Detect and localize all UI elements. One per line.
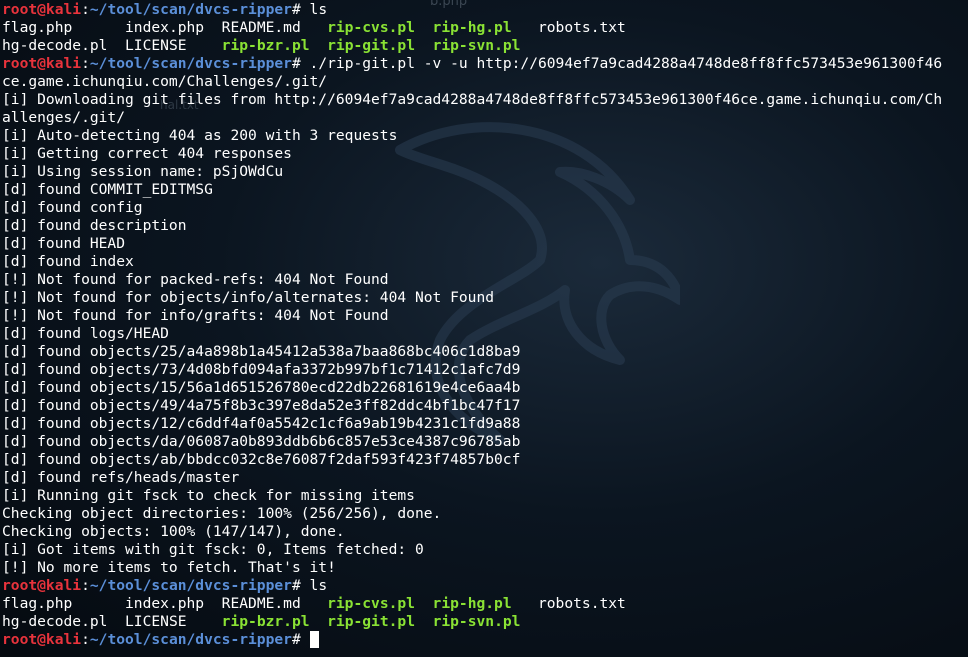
executable-file-name: rip-hg.pl (432, 595, 538, 612)
text-cursor[interactable] (309, 631, 319, 648)
prompt-user: root@kali (2, 577, 82, 594)
output-line: [d] found objects/ab/bbdcc032c8e76087f2d… (2, 451, 521, 468)
prompt-line: root@kali:~/tool/scan/dvcs-ripper# ls (2, 1, 968, 19)
ls-output-line: hg-decode.pl LICENSE rip-bzr.pl rip-git.… (2, 37, 968, 55)
output-line: [d] found objects/73/4d08bfd094afa3372b9… (2, 361, 521, 378)
output-line: [!] No more items to fetch. That's it! (2, 559, 336, 576)
prompt-user: root@kali (2, 1, 82, 18)
prompt-user: root@kali (2, 631, 82, 648)
file-name (415, 613, 433, 630)
output-line: [i] Downloading git files from http://60… (2, 91, 943, 108)
executable-file-name: rip-git.pl (327, 613, 415, 630)
output-line: [d] found index (2, 253, 134, 270)
executable-file-name: rip-cvs.pl (327, 19, 433, 36)
file-name: hg-decode.pl (2, 37, 126, 54)
file-name: index.php (125, 595, 222, 612)
prompt-user: root@kali (2, 55, 82, 72)
prompt-symbol: # (291, 577, 310, 594)
prompt-path: ~/tool/scan/dvcs-ripper (89, 55, 292, 72)
output-line: [d] found logs/HEAD (2, 325, 169, 342)
prompt-symbol: # (291, 55, 310, 72)
output-line: Checking object directories: 100% (256/2… (2, 505, 442, 522)
output-line: [i] Getting correct 404 responses (2, 145, 292, 162)
prompt-separator: : (81, 55, 90, 72)
output-line: ce.game.ichunqiu.com/Challenges/.git/ (2, 73, 328, 90)
executable-file-name: rip-git.pl (327, 37, 415, 54)
file-name: README.md (221, 19, 328, 36)
output-line: [i] Running git fsck to check for missin… (2, 487, 415, 504)
file-name: index.php (125, 19, 222, 36)
file-name: robots.txt (537, 19, 626, 36)
output-line: [!] Not found for objects/info/alternate… (2, 289, 495, 306)
output-line: [d] found description (2, 217, 187, 234)
output-line: [d] found objects/25/a4a898b1a45412a538a… (2, 343, 521, 360)
output-line: [d] found objects/49/4a75f8b3c397e8da52e… (2, 397, 521, 414)
output-line: [!] Not found for info/grafts: 404 Not F… (2, 307, 389, 324)
prompt-separator: : (81, 631, 90, 648)
prompt-line: root@kali:~/tool/scan/dvcs-ripper# ls (2, 577, 968, 595)
executable-file-name: rip-cvs.pl (327, 595, 433, 612)
ls-output-line: hg-decode.pl LICENSE rip-bzr.pl rip-git.… (2, 613, 968, 631)
file-name (310, 613, 328, 630)
terminal-window[interactable]: b.php hal.txt root@kali:~/tool/scan/dvcs… (0, 0, 968, 657)
executable-file-name: rip-hg.pl (432, 19, 538, 36)
file-name: flag.php (2, 19, 126, 36)
output-line: [i] Got items with git fsck: 0, Items fe… (2, 541, 424, 558)
prompt-symbol: # (291, 631, 310, 648)
file-name (415, 37, 433, 54)
prompt-symbol: # (291, 1, 310, 18)
output-line: [d] found config (2, 199, 143, 216)
output-line: allenges/.git/ (2, 109, 126, 126)
prompt-path: ~/tool/scan/dvcs-ripper (89, 1, 292, 18)
command-text: ls (309, 1, 328, 18)
output-line: [d] found objects/da/06087a0b893ddb6b6c8… (2, 433, 521, 450)
command-text: ./rip-git.pl -v -u http://6094ef7a9cad42… (309, 55, 943, 72)
prompt-separator: : (81, 577, 90, 594)
prompt-path: ~/tool/scan/dvcs-ripper (89, 631, 292, 648)
output-line: [d] found objects/12/c6ddf4af0a5542c1cf6… (2, 415, 521, 432)
output-line: Checking objects: 100% (147/147), done. (2, 523, 345, 540)
ls-output-line: flag.php index.php README.md rip-cvs.pl … (2, 595, 968, 613)
output-line: [i] Auto-detecting 404 as 200 with 3 req… (2, 127, 398, 144)
output-line: [d] found objects/15/56a1d651526780ecd22… (2, 379, 521, 396)
file-name: README.md (221, 595, 328, 612)
file-name (310, 37, 328, 54)
terminal-output: root@kali:~/tool/scan/dvcs-ripper# ls fla… (2, 1, 968, 649)
prompt-separator: : (81, 1, 90, 18)
executable-file-name: rip-svn.pl (432, 37, 521, 54)
output-line: [d] found refs/heads/master (2, 469, 240, 486)
executable-file-name: rip-bzr.pl (221, 613, 310, 630)
output-line: [d] found HEAD (2, 235, 126, 252)
file-name: hg-decode.pl (2, 613, 126, 630)
file-name: flag.php (2, 595, 126, 612)
prompt-path: ~/tool/scan/dvcs-ripper (89, 577, 292, 594)
command-text: ls (309, 577, 328, 594)
file-name: LICENSE (125, 37, 222, 54)
output-line: [!] Not found for packed-refs: 404 Not F… (2, 271, 389, 288)
executable-file-name: rip-bzr.pl (221, 37, 310, 54)
ls-output-line: flag.php index.php README.md rip-cvs.pl … (2, 19, 968, 37)
prompt-line: root@kali:~/tool/scan/dvcs-ripper# ./rip… (2, 55, 968, 73)
prompt-line: root@kali:~/tool/scan/dvcs-ripper# (2, 631, 968, 649)
output-line: [d] found COMMIT_EDITMSG (2, 181, 213, 198)
file-name: robots.txt (537, 595, 626, 612)
output-line: [i] Using session name: pSjOWdCu (2, 163, 284, 180)
file-name: LICENSE (125, 613, 222, 630)
executable-file-name: rip-svn.pl (432, 613, 521, 630)
